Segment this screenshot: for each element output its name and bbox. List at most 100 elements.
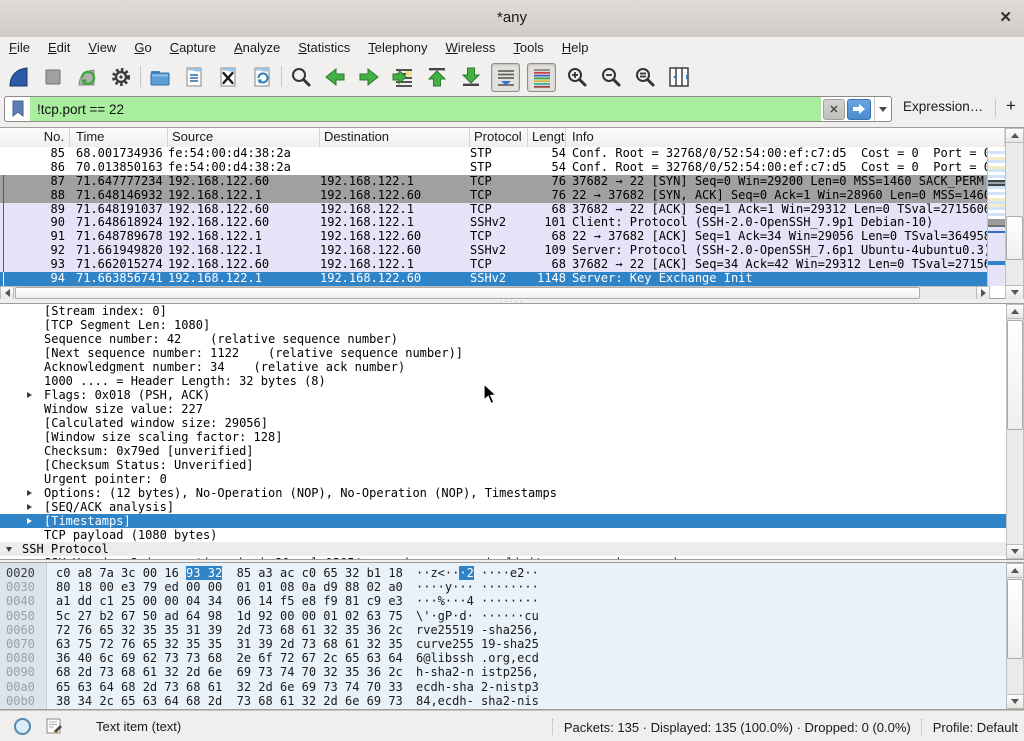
hex-row[interactable]: 003080 18 00 e3 79 ed 00 00 01 01 08 0a … [0,580,1004,594]
last-packet-icon[interactable] [457,63,484,90]
detail-line[interactable]: [Next sequence number: 1122 (relative se… [0,346,1024,360]
hex-ascii[interactable]: ecdh-sha 2-nistp3 [416,680,539,694]
hex-bytes[interactable]: 68 2d 73 68 61 32 2d 6e 69 73 74 70 32 3… [56,665,403,679]
reload-file-icon[interactable] [248,63,275,90]
detail-line[interactable]: [Checksum Status: Unverified] [0,458,1024,472]
go-to-packet-icon[interactable] [389,63,416,90]
scroll-thumb[interactable] [15,287,920,299]
hex-bytes[interactable]: 5c 27 b2 67 50 ad 64 98 1d 92 00 00 01 0… [56,609,403,623]
menu-tools[interactable]: Tools [504,37,552,60]
hex-bytes[interactable]: 65 63 64 68 2d 73 68 61 32 2d 6e 69 73 7… [56,680,403,694]
packet-row-94[interactable]: 9471.663856741192.168.122.1192.168.122.6… [0,272,987,286]
hex-bytes[interactable]: 80 18 00 e3 79 ed 00 00 01 01 08 0a d9 8… [56,580,403,594]
scroll-down-icon[interactable] [1006,694,1024,709]
detail-line[interactable]: Sequence number: 42 (relative sequence n… [0,332,1024,346]
hex-ascii[interactable]: 6@libssh .org,ecd [416,651,539,665]
column-header-protocol[interactable]: Protocol [470,128,528,147]
profile-status[interactable]: Profile: Default [933,720,1018,735]
menu-statistics[interactable]: Statistics [289,37,359,60]
previous-packet-icon[interactable] [321,63,348,90]
capture-options-icon[interactable] [107,63,134,90]
detail-line[interactable]: 1000 .... = Header Length: 32 bytes (8) [0,374,1024,388]
open-file-icon[interactable] [146,63,173,90]
detail-line[interactable]: Window size value: 227 [0,402,1024,416]
scroll-thumb[interactable] [1007,320,1023,430]
hex-ascii[interactable]: ····y··· ········ [416,580,539,594]
add-filter-button[interactable]: + [1006,96,1016,116]
hex-ascii[interactable]: ··z<···2 ····e2·· [416,566,539,580]
menu-edit[interactable]: Edit [39,37,79,60]
close-file-icon[interactable] [214,63,241,90]
hex-ascii[interactable]: h-sha2-n istp256, [416,665,539,679]
capture-comment-icon[interactable] [46,717,64,735]
save-file-icon[interactable] [180,63,207,90]
detail-line[interactable]: [Calculated window size: 29056] [0,416,1024,430]
hex-bytes[interactable]: 72 76 65 32 35 35 31 39 2d 73 68 61 32 3… [56,623,403,637]
expand-arrow-icon[interactable] [27,504,32,510]
detail-line[interactable]: [Stream index: 0] [0,304,1024,318]
first-packet-icon[interactable] [423,63,450,90]
detail-line[interactable]: Urgent pointer: 0 [0,472,1024,486]
start-capture-icon[interactable] [5,63,32,90]
resize-columns-icon[interactable] [665,63,692,90]
stop-capture-icon[interactable] [39,63,66,90]
hex-row[interactable]: 00505c 27 b2 67 50 ad 64 98 1d 92 00 00 … [0,609,1004,623]
scroll-thumb[interactable] [1006,216,1023,260]
hex-bytes[interactable]: 63 75 72 76 65 32 35 35 31 39 2d 73 68 6… [56,637,403,651]
detail-line[interactable]: Flags: 0x018 (PSH, ACK) [0,388,1024,402]
zoom-out-icon[interactable] [597,63,624,90]
scroll-up-icon[interactable] [1005,128,1024,143]
hex-row[interactable]: 007063 75 72 76 65 32 35 35 31 39 2d 73 … [0,637,1004,651]
detail-line[interactable]: SSH Version 2 (encryption:chacha20-poly1… [0,556,1024,560]
hex-row[interactable]: 00b038 34 2c 65 63 64 68 2d 73 68 61 32 … [0,694,1004,708]
menu-help[interactable]: Help [553,37,598,60]
auto-scroll-icon[interactable] [491,63,520,92]
expand-arrow-icon[interactable] [27,490,32,496]
expression-button[interactable]: Expression… [903,99,983,114]
zoom-in-icon[interactable] [563,63,590,90]
hex-bytes[interactable]: 36 40 6c 69 62 73 73 68 2e 6f 72 67 2c 6… [56,651,403,665]
hex-row[interactable]: 006072 76 65 32 35 35 31 39 2d 73 68 61 … [0,623,1004,637]
detail-line[interactable]: Checksum: 0x79ed [unverified] [0,444,1024,458]
colorize-icon[interactable] [527,63,556,92]
find-packet-icon[interactable] [287,63,314,90]
intelligent-scrollbar-minimap[interactable] [987,147,1006,286]
filter-clear-icon[interactable]: ✕ [823,99,845,120]
detail-line[interactable]: SSH Protocol [0,542,1024,556]
menu-capture[interactable]: Capture [161,37,225,60]
filter-apply-icon[interactable] [847,99,871,120]
hex-row[interactable]: 009068 2d 73 68 61 32 2d 6e 69 73 74 70 … [0,665,1004,679]
filter-history-dropdown-icon[interactable] [874,97,891,121]
collapse-arrow-icon[interactable] [6,547,12,552]
hex-bytes[interactable]: 38 34 2c 65 63 64 68 2d 73 68 61 32 2d 6… [56,694,403,708]
expert-info-icon[interactable] [14,718,31,735]
detail-line[interactable]: [Timestamps] [0,514,1024,528]
scroll-up-icon[interactable] [1006,304,1024,319]
menu-view[interactable]: View [79,37,125,60]
column-header-no[interactable]: No. [0,128,70,147]
bytes-vscrollbar[interactable] [1006,563,1024,709]
packet-row-89[interactable]: 8971.648191037192.168.122.60192.168.122.… [0,203,987,217]
menu-go[interactable]: Go [125,37,160,60]
packet-row-90[interactable]: 9071.648618924192.168.122.60192.168.122.… [0,216,987,230]
menu-wireless[interactable]: Wireless [437,37,505,60]
scroll-up-icon[interactable] [1006,563,1024,578]
hex-bytes[interactable]: a1 dd c1 25 00 00 04 34 06 14 f5 e8 f9 8… [56,594,403,608]
detail-line[interactable]: [TCP Segment Len: 1080] [0,318,1024,332]
packet-row-91[interactable]: 9171.648789678192.168.122.1192.168.122.6… [0,230,987,244]
hex-ascii[interactable]: \'·gP·d· ······cu [416,609,539,623]
filter-bookmark-icon[interactable] [5,97,30,121]
packet-list-hscrollbar[interactable] [0,286,990,300]
hex-ascii[interactable]: curve255 19-sha25 [416,637,539,651]
detail-line[interactable]: Acknowledgment number: 34 (relative ack … [0,360,1024,374]
menu-file[interactable]: File [0,37,39,60]
restart-capture-icon[interactable] [73,63,100,90]
packet-row-86[interactable]: 8670.013850163fe:54:00:d4:38:2aSTP54Conf… [0,161,987,175]
hex-ascii[interactable]: 84,ecdh- sha2-nis [416,694,539,708]
detail-line[interactable]: [SEQ/ACK analysis] [0,500,1024,514]
packet-row-87[interactable]: 8771.647777234192.168.122.60192.168.122.… [0,175,987,189]
packet-row-88[interactable]: 8871.648146932192.168.122.1192.168.122.6… [0,189,987,203]
scroll-right-icon[interactable] [976,286,990,300]
hex-ascii[interactable]: rve25519 -sha256, [416,623,539,637]
scroll-down-icon[interactable] [1005,285,1024,300]
